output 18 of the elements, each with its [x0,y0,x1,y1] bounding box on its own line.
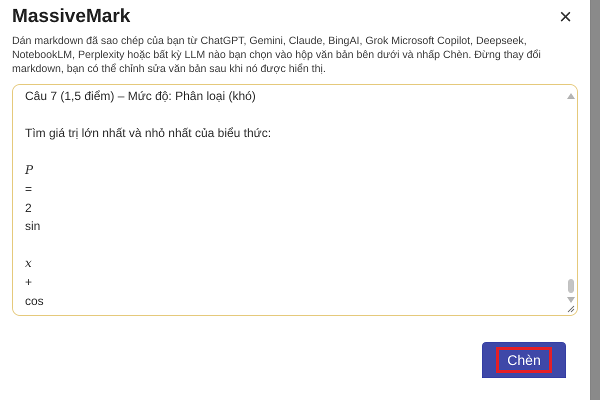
scroll-down-icon[interactable] [567,297,575,303]
editor-line: + [25,274,34,291]
editor-line: cos [25,292,45,310]
insert-button[interactable]: Chèn [482,342,566,378]
editor-line: sin [25,218,42,236]
editor-line: P [25,162,34,180]
instructions-text: Dán markdown đã sao chép của bạn từ ChatGPT, Gemini, Claude, BingAI, Grok Microsoft Copilot, Deepseek, NotebookLM, Perplexity hoặc bất kỳ LLM nào bạn chọn vào hộp văn bản bên dưới và nhấp Chèn. Đừng thay đổi markdown, bạn có thể chỉnh sửa văn bản sau khi nó được hiển thị. [12,34,542,76]
editor-line: 2 [25,200,33,217]
resize-handle-icon[interactable] [567,305,575,313]
editor-line: Tìm giá trị lớn nhất và nhỏ nhất của biểu thức: [25,125,272,142]
editor-line: = [25,180,34,198]
dialog-title: MassiveMark [12,6,130,28]
close-button[interactable]: × [553,6,578,28]
editor-line: x [25,255,33,272]
scrollbar-thumb[interactable] [568,279,574,293]
markdown-input-field[interactable]: Câu 7 (1,5 điểm) – Mức độ: Phân loại (khó) Tìm giá trị lớn nhất và nhỏ nhất của biểu thức: P = 2 sin x + cos [12,84,578,316]
editor-line: Câu 7 (1,5 điểm) – Mức độ: Phân loại (khó) [25,88,257,105]
scroll-up-icon[interactable] [567,93,575,99]
